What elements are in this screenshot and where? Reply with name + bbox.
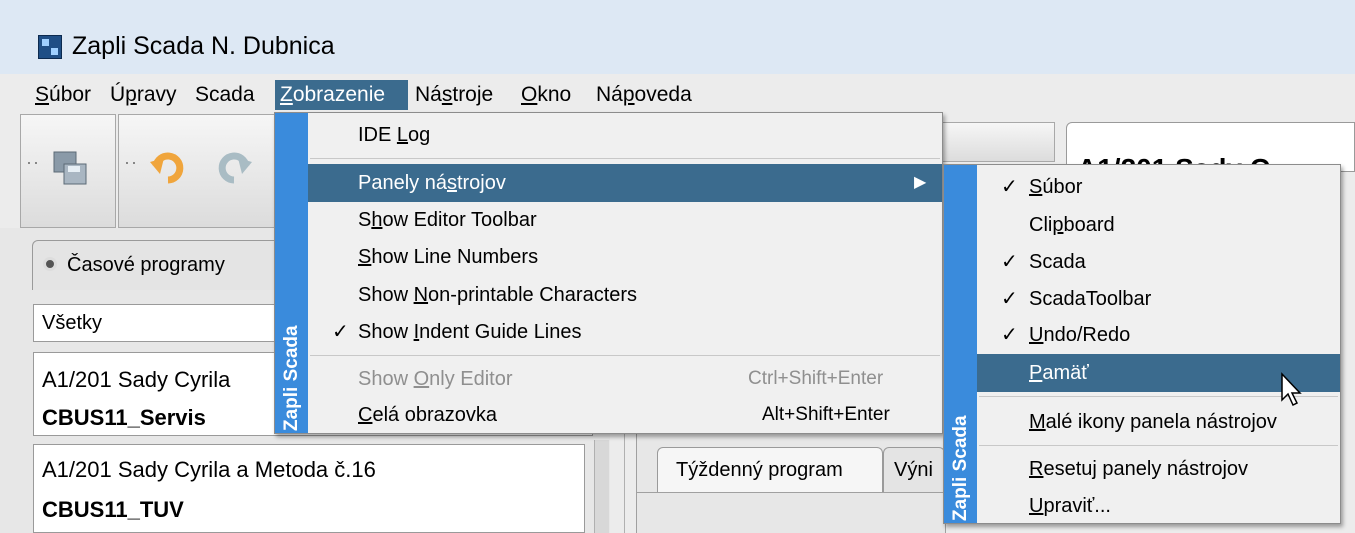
window-title: Zapli Scada N. Dubnica xyxy=(72,32,335,60)
menu-item-panely-nastrojov[interactable]: Panely nástrojov ▶ xyxy=(308,164,942,202)
menu-item-show-indent-guide-lines[interactable]: ✓ Show Indent Guide Lines xyxy=(308,313,942,351)
check-icon: ✓ xyxy=(332,321,349,343)
list-item[interactable]: A1/201 Sady Cyrila a Metoda č.16 CBUS11_… xyxy=(33,444,585,533)
undo-icon[interactable] xyxy=(148,148,188,188)
save-icon[interactable] xyxy=(50,150,90,188)
menu-item-ide-log[interactable]: IDE Log xyxy=(308,116,942,154)
submenu-item-scadatoolbar[interactable]: ✓ ScadaToolbar xyxy=(977,280,1340,318)
toolbar-grip[interactable]: ·· xyxy=(124,152,138,173)
submenu-item-undo-redo[interactable]: ✓ Undo/Redo xyxy=(977,316,1340,354)
menu-item-cela-obrazovka[interactable]: Celá obrazovka Alt+Shift+Enter xyxy=(308,396,942,434)
tab-tyzdenny-program[interactable]: Týždenný program xyxy=(657,447,883,492)
redo-icon[interactable] xyxy=(214,148,254,188)
menu-item-show-editor-toolbar[interactable]: Show Editor Toolbar xyxy=(308,201,942,239)
toolbar-grip[interactable]: ·· xyxy=(26,152,40,173)
filter-dropdown[interactable]: Všetky xyxy=(33,304,283,342)
submenu-item-subor[interactable]: ✓ Súbor xyxy=(977,168,1340,206)
menu-upravy[interactable]: Úpravy xyxy=(105,80,182,110)
tab-divider xyxy=(636,492,946,493)
menu-separator xyxy=(310,158,940,159)
menu-item-show-line-numbers[interactable]: Show Line Numbers xyxy=(308,238,942,276)
submenu-item-upravit[interactable]: Upraviť... xyxy=(977,487,1340,525)
split-divider[interactable] xyxy=(624,430,625,533)
submenu-strip: Zapli Scada xyxy=(944,165,977,523)
toolbar-undo-redo xyxy=(118,114,278,228)
tab-casove-programy[interactable]: Časové programy xyxy=(32,240,282,290)
check-icon: ✓ xyxy=(1001,324,1018,346)
scrollbar[interactable] xyxy=(594,440,609,533)
menu-separator xyxy=(979,445,1338,446)
menu-nastroje[interactable]: Nástroje xyxy=(410,80,498,110)
submenu-item-male-ikony[interactable]: Malé ikony panela nástrojov xyxy=(977,403,1340,441)
menu-zobrazenie[interactable]: Zobrazenie xyxy=(275,80,408,110)
menu-item-show-only-editor: Show Only Editor Ctrl+Shift+Enter xyxy=(358,368,884,390)
menu-strip: Zapli Scada xyxy=(275,113,308,433)
menu-separator xyxy=(310,355,940,356)
submenu-arrow-icon: ▶ xyxy=(914,174,927,191)
menu-napoveda[interactable]: Nápoveda xyxy=(591,80,697,110)
app-icon xyxy=(38,35,62,59)
submenu-item-scada[interactable]: ✓ Scada xyxy=(977,243,1340,281)
submenu-item-clipboard[interactable]: Clipboard xyxy=(977,206,1340,244)
check-icon: ✓ xyxy=(1001,288,1018,310)
menu-okno[interactable]: Okno xyxy=(516,80,576,110)
menu-item-show-non-printable[interactable]: Show Non-printable Characters xyxy=(308,276,942,314)
menu-subor[interactable]: Súbor xyxy=(30,80,96,110)
radio-icon xyxy=(43,257,57,271)
tab-vynimky[interactable]: Výni xyxy=(883,447,945,492)
submenu-item-resetuj[interactable]: Resetuj panely nástrojov xyxy=(977,450,1340,488)
toolbar-blank xyxy=(940,122,1055,162)
check-icon: ✓ xyxy=(1001,251,1018,273)
check-icon: ✓ xyxy=(1001,176,1018,198)
menu-scada[interactable]: Scada xyxy=(190,80,260,110)
mouse-cursor-icon xyxy=(1280,372,1304,408)
